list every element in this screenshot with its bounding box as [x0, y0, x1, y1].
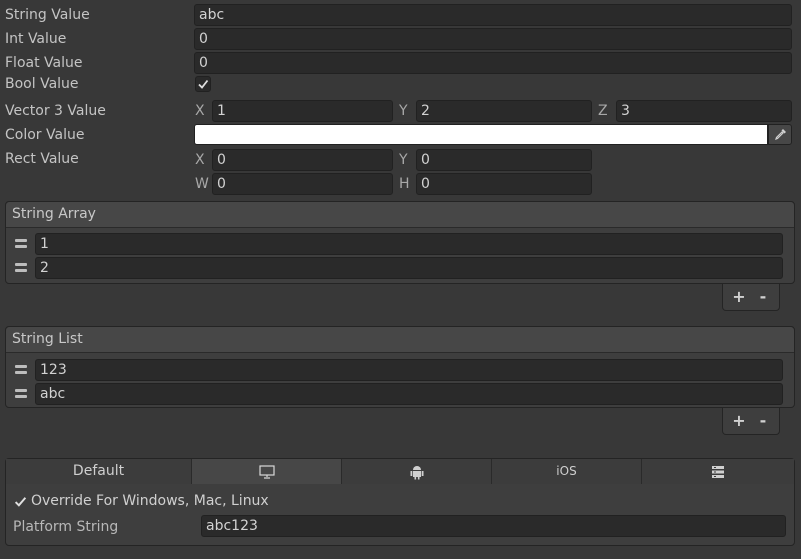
vector3-y-label: Y [399, 103, 408, 119]
eyedropper-icon [774, 129, 786, 140]
string-list-panel: String List 123 abc [5, 326, 795, 408]
vector3-x-label: X [195, 103, 205, 119]
rect-x-label: X [195, 152, 205, 168]
override-label[interactable]: Override For Windows, Mac, Linux [31, 491, 269, 511]
server-icon [712, 465, 724, 478]
drag-handle-icon[interactable] [15, 239, 27, 248]
tab-ios[interactable]: iOS [492, 459, 642, 484]
platform-string-field[interactable]: abc123 [201, 515, 786, 537]
int-value-field[interactable]: 0 [194, 28, 792, 50]
tab-server[interactable] [642, 459, 794, 484]
string-array-footer: + - [722, 284, 780, 311]
color-swatch[interactable] [194, 124, 768, 145]
bool-value-label: Bool Value [5, 76, 79, 92]
string-array-panel: String Array 1 2 [5, 201, 795, 284]
platform-string-label: Platform String [13, 519, 119, 535]
android-icon [410, 465, 423, 479]
add-element-button[interactable]: + [729, 411, 749, 431]
vector3-z-label: Z [598, 103, 608, 119]
vector3-value-label: Vector 3 Value [5, 103, 106, 119]
rect-value-label: Rect Value [5, 151, 79, 167]
float-value-field[interactable]: 0 [194, 52, 792, 74]
monitor-icon [258, 464, 275, 479]
rect-h-label: H [399, 176, 410, 192]
rect-w-field[interactable]: 0 [212, 173, 393, 195]
string-value-field[interactable]: abc [194, 4, 792, 26]
platform-tab-bar: Default iOS [6, 459, 794, 484]
rect-y-label: Y [399, 152, 408, 168]
string-list-header[interactable]: String List [6, 327, 794, 353]
drag-handle-icon[interactable] [15, 263, 27, 272]
color-value-label: Color Value [5, 127, 85, 143]
override-checkbox[interactable] [13, 494, 27, 508]
drag-handle-icon[interactable] [15, 389, 27, 398]
string-list-item[interactable]: 123 [35, 359, 783, 381]
tab-default[interactable]: Default [6, 459, 192, 484]
rect-w-label: W [195, 176, 209, 192]
string-array-header[interactable]: String Array [6, 202, 794, 228]
int-value-label: Int Value [5, 31, 67, 47]
checkmark-icon [14, 496, 26, 507]
tab-ios-label: iOS [556, 464, 577, 478]
platform-panel: Default iOS Override For Windows, Mac, L… [5, 458, 795, 546]
vector3-x-field[interactable]: 1 [212, 100, 393, 122]
rect-y-field[interactable]: 0 [416, 149, 592, 171]
add-element-button[interactable]: + [729, 287, 749, 307]
checkmark-icon [198, 79, 209, 89]
rect-x-field[interactable]: 0 [212, 149, 393, 171]
remove-element-button[interactable]: - [753, 287, 773, 307]
vector3-y-field[interactable]: 2 [416, 100, 592, 122]
string-array-item[interactable]: 1 [35, 233, 783, 255]
vector3-z-field[interactable]: 3 [616, 100, 792, 122]
tab-default-label: Default [72, 463, 125, 479]
float-value-label: Float Value [5, 55, 83, 71]
bool-value-checkbox[interactable] [195, 76, 211, 92]
remove-element-button[interactable]: - [753, 411, 773, 431]
tab-android[interactable] [342, 459, 492, 484]
drag-handle-icon[interactable] [15, 365, 27, 374]
string-list-item[interactable]: abc [35, 383, 783, 405]
color-picker-button[interactable] [768, 124, 792, 145]
string-array-item[interactable]: 2 [35, 257, 783, 279]
rect-h-field[interactable]: 0 [416, 173, 592, 195]
string-value-label: String Value [5, 7, 90, 23]
tab-standalone[interactable] [192, 459, 342, 484]
string-list-footer: + - [722, 408, 780, 435]
